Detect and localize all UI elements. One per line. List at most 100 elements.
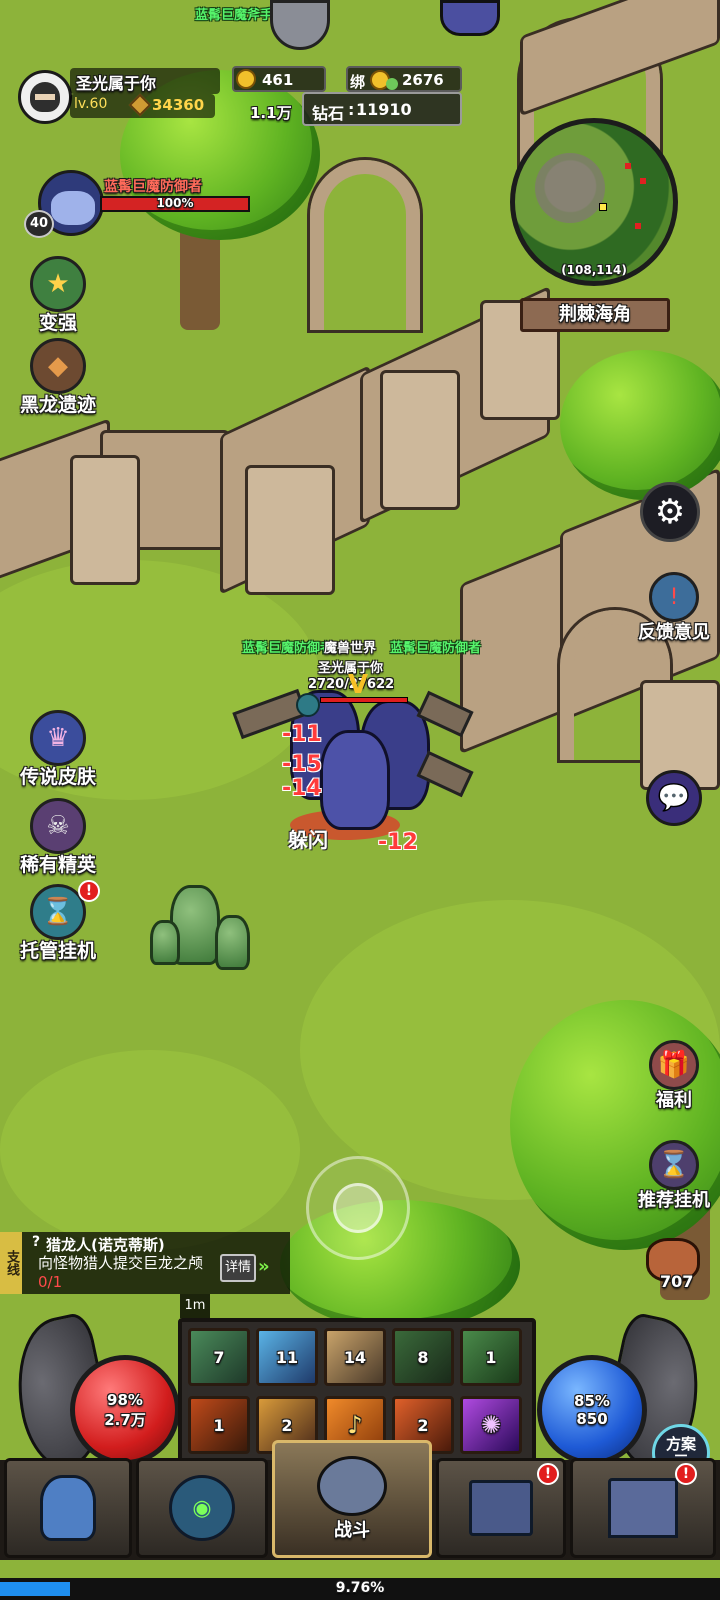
troll-enemy[interactable]	[440, 0, 500, 36]
hooded-hero-icon: ◉	[169, 1475, 235, 1541]
skill-slot[interactable]: 1	[188, 1396, 250, 1454]
enemy-marker-icon	[640, 178, 646, 184]
nav-hero[interactable]: ◉	[136, 1458, 268, 1558]
crossed-swords-icon	[317, 1456, 387, 1516]
nav-battle-label: 战斗	[334, 1520, 370, 1541]
diamond-label: 钻石	[312, 104, 345, 123]
alert-badge-icon: !	[675, 1463, 697, 1485]
alert-badge-icon: !	[537, 1463, 559, 1485]
skill-slot[interactable]: 14	[324, 1328, 386, 1386]
buff-icon	[296, 693, 320, 717]
nav-battle[interactable]: 战斗	[272, 1440, 432, 1558]
menu-rare-elite[interactable]: ☠ 稀有精英	[10, 798, 106, 877]
menu-feedback-label: 反馈意见	[638, 622, 710, 643]
player-name: 圣光属于你	[76, 74, 157, 93]
target-name: 蓝髯巨魔防御者	[104, 179, 202, 195]
meat-count: 707	[660, 1272, 694, 1291]
menu-recommend[interactable]: ⌛ 推荐挂机	[626, 1140, 720, 1212]
player-name-panel: 圣光属于你	[70, 68, 220, 94]
wall-pillar	[245, 465, 335, 595]
wall-pillar	[70, 455, 140, 585]
bound-gold-panel[interactable]: 绑 2676	[346, 66, 462, 92]
player-stats-panel: lv.60 34360	[70, 93, 215, 118]
joystick-base[interactable]	[306, 1156, 410, 1260]
player-power: 34360	[152, 96, 205, 114]
menu-upgrade[interactable]: ★ 变强	[10, 256, 106, 335]
quest-detail-button[interactable]: 详情	[220, 1254, 256, 1282]
hp-orb: 98% 2.7万	[70, 1355, 180, 1465]
damage-number: -11	[282, 722, 322, 747]
wall-pillar	[380, 370, 460, 510]
enemy-marker-icon	[635, 223, 641, 229]
menu-legend-skin-label: 传说皮肤	[19, 766, 96, 788]
player-level: lv.60	[74, 96, 108, 112]
skill-slot[interactable]: 7	[188, 1328, 250, 1386]
joystick-knob[interactable]	[333, 1183, 383, 1233]
menu-feedback[interactable]: ! 反馈意见	[626, 572, 720, 644]
minimap-coords: (108,114)	[561, 263, 627, 277]
quest-description: 向怪物猎人提交巨龙之颅0/1	[38, 1254, 208, 1292]
nav-castle[interactable]: !	[570, 1458, 716, 1558]
menu-auto-hang-label: 托管挂机	[19, 940, 96, 962]
menu-auto-hang[interactable]: ⌛ 托管挂机 !	[10, 880, 106, 963]
enemy-name: 蓝髯巨魔防御者	[242, 641, 334, 656]
nav-character[interactable]	[4, 1458, 132, 1558]
grass-patch	[0, 1050, 300, 1250]
stone-well	[270, 0, 330, 50]
bound-gold-amount: 2676	[402, 71, 444, 89]
castle-icon	[608, 1478, 678, 1538]
quest-tag: 支线	[0, 1232, 22, 1294]
tree	[560, 350, 720, 500]
gold-panel[interactable]: 461	[232, 66, 326, 92]
gift-icon: 🎁	[649, 1040, 699, 1090]
menu-welfare[interactable]: 🎁 福利	[626, 1040, 720, 1112]
diamond-amount: 11910	[356, 100, 412, 119]
nav-shop[interactable]: !	[436, 1458, 566, 1558]
quest-desc-text: 向怪物猎人提交巨龙之颅	[38, 1254, 204, 1272]
skill-slot[interactable]: 11	[256, 1328, 318, 1386]
menu-legend-skin[interactable]: ♛ 传说皮肤	[10, 710, 106, 789]
hp-orb-percent: 98%	[107, 1390, 143, 1409]
arcane-skill-icon[interactable]: ✺	[460, 1396, 522, 1454]
gold-amount: 461	[262, 71, 294, 89]
timer-label: 1m	[180, 1294, 210, 1318]
quest-tracker[interactable]: 支线 ? 猎龙人(诺克蒂斯) 向怪物猎人提交巨龙之颅0/1 详情 »	[0, 1232, 290, 1294]
bind-mark-icon	[386, 78, 398, 90]
hp-orb-value: 2.7万	[104, 1410, 146, 1429]
chat-icon[interactable]: 💬	[646, 770, 702, 826]
skill-slot[interactable]: 1	[460, 1328, 522, 1386]
quest-title: 猎龙人(诺克蒂斯)	[46, 1236, 165, 1254]
gold-coin-icon	[236, 69, 256, 89]
target-level: 40	[24, 210, 54, 238]
player-avatar[interactable]	[18, 70, 72, 124]
double-chevron-icon[interactable]: »	[258, 1256, 270, 1277]
feedback-icon: !	[649, 572, 699, 622]
minimap[interactable]: (108,114)	[510, 118, 678, 286]
top-enemy-name: 蓝髯巨魔斧手	[195, 8, 274, 23]
gear-icon[interactable]: ⚙	[640, 482, 700, 542]
menu-welfare-label: 福利	[656, 1090, 692, 1111]
avatar-portrait	[30, 82, 60, 112]
armor-icon	[40, 1475, 96, 1541]
tree	[510, 1000, 720, 1250]
skill-slot[interactable]: 8	[392, 1328, 454, 1386]
target-hp-bar: 100%	[100, 196, 250, 212]
shield-upgrade-icon: ★	[30, 256, 86, 312]
menu-upgrade-label: 变强	[38, 312, 77, 334]
stone-arch	[310, 160, 420, 330]
location-name: 荆棘海角	[559, 304, 631, 325]
mossy-rock	[150, 920, 180, 965]
shop-icon	[469, 1480, 533, 1536]
location-banner: 荆棘海角	[520, 298, 670, 332]
quest-help-icon: ?	[32, 1234, 41, 1250]
menu-black-dragon[interactable]: ◆ 黑龙遗迹	[10, 338, 106, 417]
guild-name: 魔兽世界	[324, 641, 377, 656]
hourglass-icon: ⌛	[649, 1140, 699, 1190]
mp-orb: 85% 850	[537, 1355, 647, 1465]
troll-enemy[interactable]	[320, 730, 390, 830]
quest-progress: 0/1	[38, 1273, 63, 1291]
dragon-icon: ◆	[30, 338, 86, 394]
partial-value: 1.1万	[250, 104, 292, 122]
diamond-panel[interactable]: 钻石 : 11910	[302, 92, 462, 126]
menu-rare-elite-label: 稀有精英	[19, 854, 96, 876]
